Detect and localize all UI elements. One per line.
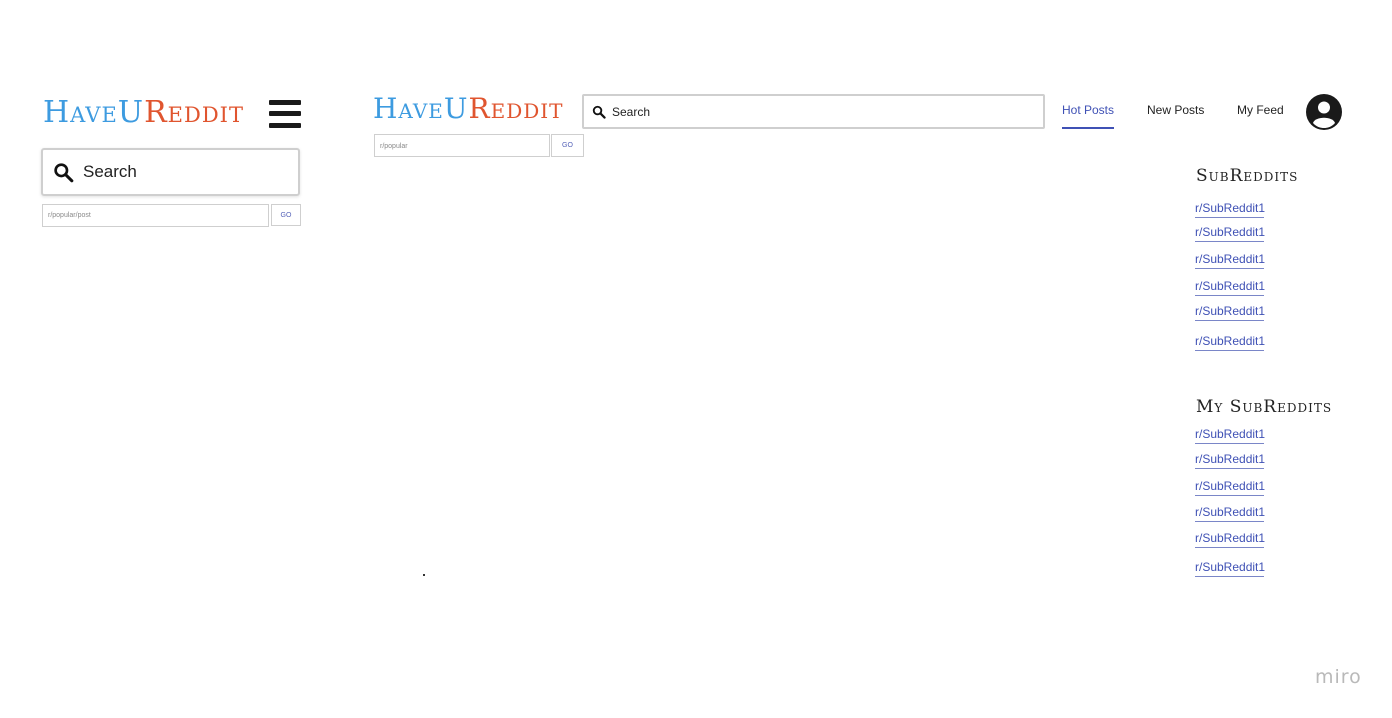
- desktop-search-label: Search: [612, 104, 651, 119]
- search-icon: [54, 162, 74, 182]
- subreddit-link[interactable]: r/SubReddit1: [1195, 334, 1265, 351]
- desktop-subreddit-path-input[interactable]: r/popular: [374, 134, 550, 157]
- mobile-logo[interactable]: HaveUReddit: [43, 98, 244, 128]
- desktop-logo[interactable]: HaveUReddit: [373, 95, 564, 123]
- hamburger-menu-icon[interactable]: [269, 98, 301, 130]
- mobile-subreddit-path-input[interactable]: r/popular/post: [42, 204, 269, 227]
- subreddit-link[interactable]: r/SubReddit1: [1195, 252, 1265, 269]
- nav-hot-posts[interactable]: Hot Posts: [1062, 103, 1114, 117]
- mobile-go-button[interactable]: GO: [271, 204, 301, 226]
- my-subreddits-heading: My SubReddits: [1196, 397, 1333, 417]
- search-icon: [592, 105, 606, 119]
- subreddit-link[interactable]: r/SubReddit1: [1195, 201, 1265, 218]
- account-circle-icon[interactable]: [1306, 94, 1342, 130]
- logo-part-2: Reddit: [468, 92, 564, 125]
- logo-part-1: HaveU: [373, 92, 469, 125]
- mobile-search-label: Search: [83, 162, 137, 181]
- subreddit-link[interactable]: r/SubReddit1: [1195, 304, 1265, 321]
- my-subreddit-link[interactable]: r/SubReddit1: [1195, 531, 1265, 548]
- subreddits-heading: SubReddits: [1196, 166, 1299, 186]
- my-subreddit-link[interactable]: r/SubReddit1: [1195, 452, 1265, 469]
- mobile-search-input[interactable]: Search: [41, 148, 300, 196]
- nav-my-feed[interactable]: My Feed: [1237, 103, 1284, 117]
- desktop-go-button[interactable]: GO: [551, 134, 584, 157]
- my-subreddit-link[interactable]: r/SubReddit1: [1195, 560, 1265, 577]
- my-subreddit-link[interactable]: r/SubReddit1: [1195, 479, 1265, 496]
- subreddit-link[interactable]: r/SubReddit1: [1195, 279, 1265, 296]
- subreddit-link[interactable]: r/SubReddit1: [1195, 225, 1265, 242]
- stray-dot: [423, 574, 425, 576]
- my-subreddit-link[interactable]: r/SubReddit1: [1195, 505, 1265, 522]
- miro-watermark: miro: [1315, 666, 1362, 688]
- nav-new-posts[interactable]: New Posts: [1147, 103, 1204, 117]
- desktop-search-input[interactable]: Search: [582, 94, 1045, 129]
- my-subreddit-link[interactable]: r/SubReddit1: [1195, 427, 1265, 444]
- logo-part-1: HaveU: [43, 95, 145, 130]
- active-tab-indicator: [1062, 127, 1114, 129]
- logo-part-2: Reddit: [144, 95, 244, 130]
